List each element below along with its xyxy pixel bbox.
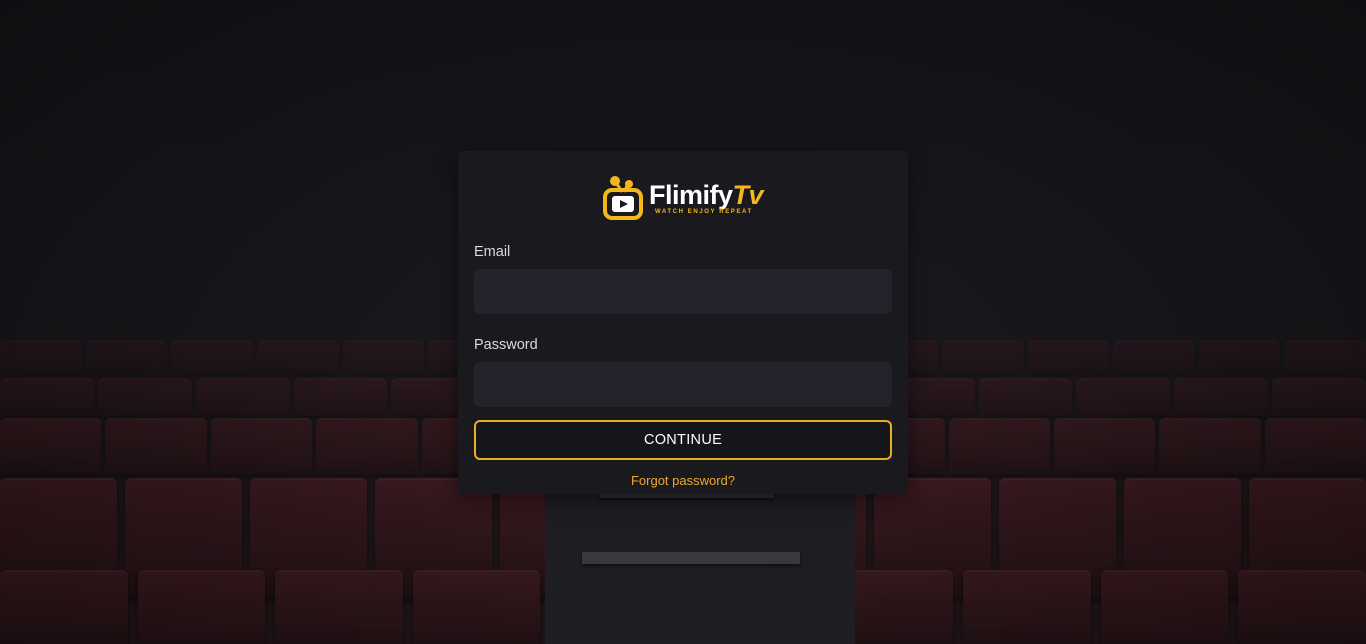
- email-label: Email: [474, 244, 511, 260]
- tv-play-icon: [602, 174, 643, 220]
- login-card: FlimifyTv WATCH ENJOY REPEAT Email Passw…: [458, 151, 908, 494]
- brand-name: FlimifyTv: [648, 179, 764, 210]
- continue-button[interactable]: CONTINUE: [474, 420, 892, 460]
- password-label: Password: [474, 337, 538, 353]
- forgot-password-link[interactable]: Forgot password?: [474, 473, 892, 488]
- password-field[interactable]: [474, 362, 892, 407]
- brand-logo: FlimifyTv WATCH ENJOY REPEAT: [474, 169, 892, 225]
- email-field[interactable]: [474, 269, 892, 314]
- brand-tagline: WATCH ENJOY REPEAT: [654, 208, 753, 215]
